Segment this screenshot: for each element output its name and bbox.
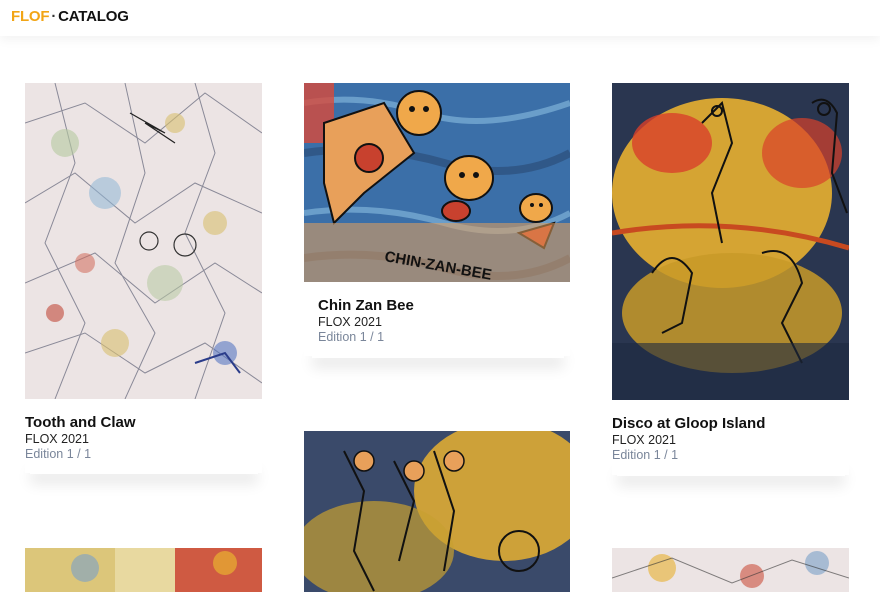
artwork-edition: Edition 1 / 1 <box>612 448 679 462</box>
artwork-card[interactable] <box>304 431 570 592</box>
artwork-card-chin-zan-bee[interactable]: CHIN-ZAN-BEE Chin Zan Bee FLOX 2021 Edit… <box>304 83 570 356</box>
artwork-image[interactable] <box>612 548 849 592</box>
site-logo[interactable]: FLOF · CATALOG <box>11 8 129 25</box>
artwork-card[interactable] <box>25 548 262 592</box>
artwork-image[interactable] <box>612 83 849 400</box>
artwork-image[interactable] <box>304 431 570 592</box>
brand-separator: · <box>51 8 57 25</box>
artwork-card[interactable] <box>612 548 849 592</box>
artwork-image[interactable] <box>25 548 262 592</box>
artwork-card-disco-at-gloop-island[interactable]: Disco at Gloop Island FLOX 2021 Edition … <box>612 83 849 475</box>
artwork-edition: Edition 1 / 1 <box>25 447 92 461</box>
artwork-edition: Edition 1 / 1 <box>318 330 385 344</box>
artwork-artist: FLOX 2021 <box>318 315 382 329</box>
artwork-artist: FLOX 2021 <box>612 433 676 447</box>
artwork-card-tooth-and-claw[interactable]: Tooth and Claw FLOX 2021 Edition 1 / 1 <box>25 83 262 473</box>
brand-name: FLOF <box>11 8 50 25</box>
artwork-title[interactable]: Disco at Gloop Island <box>612 415 765 432</box>
section-title: CATALOG <box>58 8 129 25</box>
artwork-image[interactable] <box>25 83 262 399</box>
top-bar: FLOF · CATALOG <box>0 0 880 36</box>
artwork-image[interactable]: CHIN-ZAN-BEE <box>304 83 570 282</box>
artwork-artist: FLOX 2021 <box>25 432 89 446</box>
artwork-title[interactable]: Tooth and Claw <box>25 414 136 431</box>
artwork-title[interactable]: Chin Zan Bee <box>318 297 414 314</box>
